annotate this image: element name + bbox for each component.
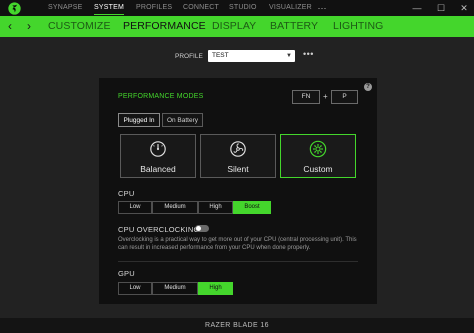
mode-label-custom: Custom <box>303 164 333 174</box>
close-button[interactable]: ✕ <box>456 0 472 16</box>
nav-connect[interactable]: CONNECT <box>183 0 219 16</box>
gpu-label: GPU <box>118 269 135 278</box>
razer-logo-icon <box>8 2 21 15</box>
gpu-option-medium[interactable]: Medium <box>152 282 198 295</box>
mode-card-silent[interactable]: Silent <box>200 134 276 178</box>
toggle-knob <box>196 226 201 231</box>
shortcut-key-fn[interactable]: FN <box>292 90 320 104</box>
nav-system[interactable]: SYSTEM <box>94 0 124 16</box>
performance-panel <box>99 78 377 304</box>
title-bar: SYNAPSE SYSTEM PROFILES CONNECT STUDIO V… <box>0 0 474 16</box>
chevron-down-icon: ▼ <box>286 53 292 59</box>
tab-lighting[interactable]: LIGHTING <box>333 16 383 37</box>
gauge-icon <box>150 141 166 157</box>
tab-plugged-in[interactable]: Plugged In <box>118 113 160 127</box>
tab-display[interactable]: DISPLAY <box>212 16 256 37</box>
shortcut-plus: + <box>323 92 328 101</box>
cpu-option-high[interactable]: High <box>198 201 233 214</box>
nav-visualizer[interactable]: VISUALIZER <box>269 0 312 16</box>
nav-studio[interactable]: STUDIO <box>229 0 257 16</box>
performance-modes-title: PERFORMANCE MODES <box>118 93 204 100</box>
fan-icon <box>230 141 246 157</box>
back-arrow-icon[interactable]: ‹ <box>8 16 12 37</box>
cpu-overclocking-label: CPU OVERCLOCKING <box>118 225 200 234</box>
minimize-button[interactable]: — <box>409 0 425 16</box>
forward-arrow-icon[interactable]: › <box>27 16 31 37</box>
cpu-option-low[interactable]: Low <box>118 201 152 214</box>
razer-synapse-window: SYNAPSE SYSTEM PROFILES CONNECT STUDIO V… <box>0 0 474 333</box>
cpu-option-boost[interactable]: Boost <box>233 201 271 214</box>
mode-label-balanced: Balanced <box>140 164 176 174</box>
mode-label-silent: Silent <box>227 164 249 174</box>
cpu-overclocking-toggle[interactable] <box>195 225 209 232</box>
tab-battery[interactable]: BATTERY <box>270 16 318 37</box>
section-divider <box>118 261 358 262</box>
device-name-bar: RAZER BLADE 16 <box>0 318 474 333</box>
mode-card-balanced[interactable]: Balanced <box>120 134 196 178</box>
tab-performance[interactable]: PERFORMANCE <box>123 16 206 37</box>
more-options-icon[interactable]: ··· <box>314 0 330 16</box>
shortcut-key-p[interactable]: P <box>331 90 358 104</box>
sub-navigation: ‹ › CUSTOMIZE PERFORMANCE DISPLAY BATTER… <box>0 16 474 37</box>
tab-customize[interactable]: CUSTOMIZE <box>48 16 111 37</box>
profile-value: TEST <box>212 52 229 59</box>
gpu-option-high[interactable]: High <box>198 282 233 295</box>
cpu-label: CPU <box>118 189 135 198</box>
nav-profiles[interactable]: PROFILES <box>136 0 172 16</box>
profile-dropdown[interactable]: TEST ▼ <box>208 50 295 62</box>
help-icon[interactable]: ? <box>364 83 372 91</box>
gpu-option-low[interactable]: Low <box>118 282 152 295</box>
cpu-option-medium[interactable]: Medium <box>152 201 198 214</box>
mode-card-custom[interactable]: Custom <box>280 134 356 178</box>
profile-more-icon[interactable]: ••• <box>303 49 314 59</box>
gear-icon <box>309 140 327 158</box>
nav-synapse[interactable]: SYNAPSE <box>48 0 82 16</box>
overclocking-description: Overclocking is a practical way to get m… <box>118 237 357 251</box>
profile-label: PROFILE <box>175 53 203 60</box>
maximize-button[interactable]: ☐ <box>433 0 449 16</box>
tab-on-battery[interactable]: On Battery <box>162 113 203 127</box>
